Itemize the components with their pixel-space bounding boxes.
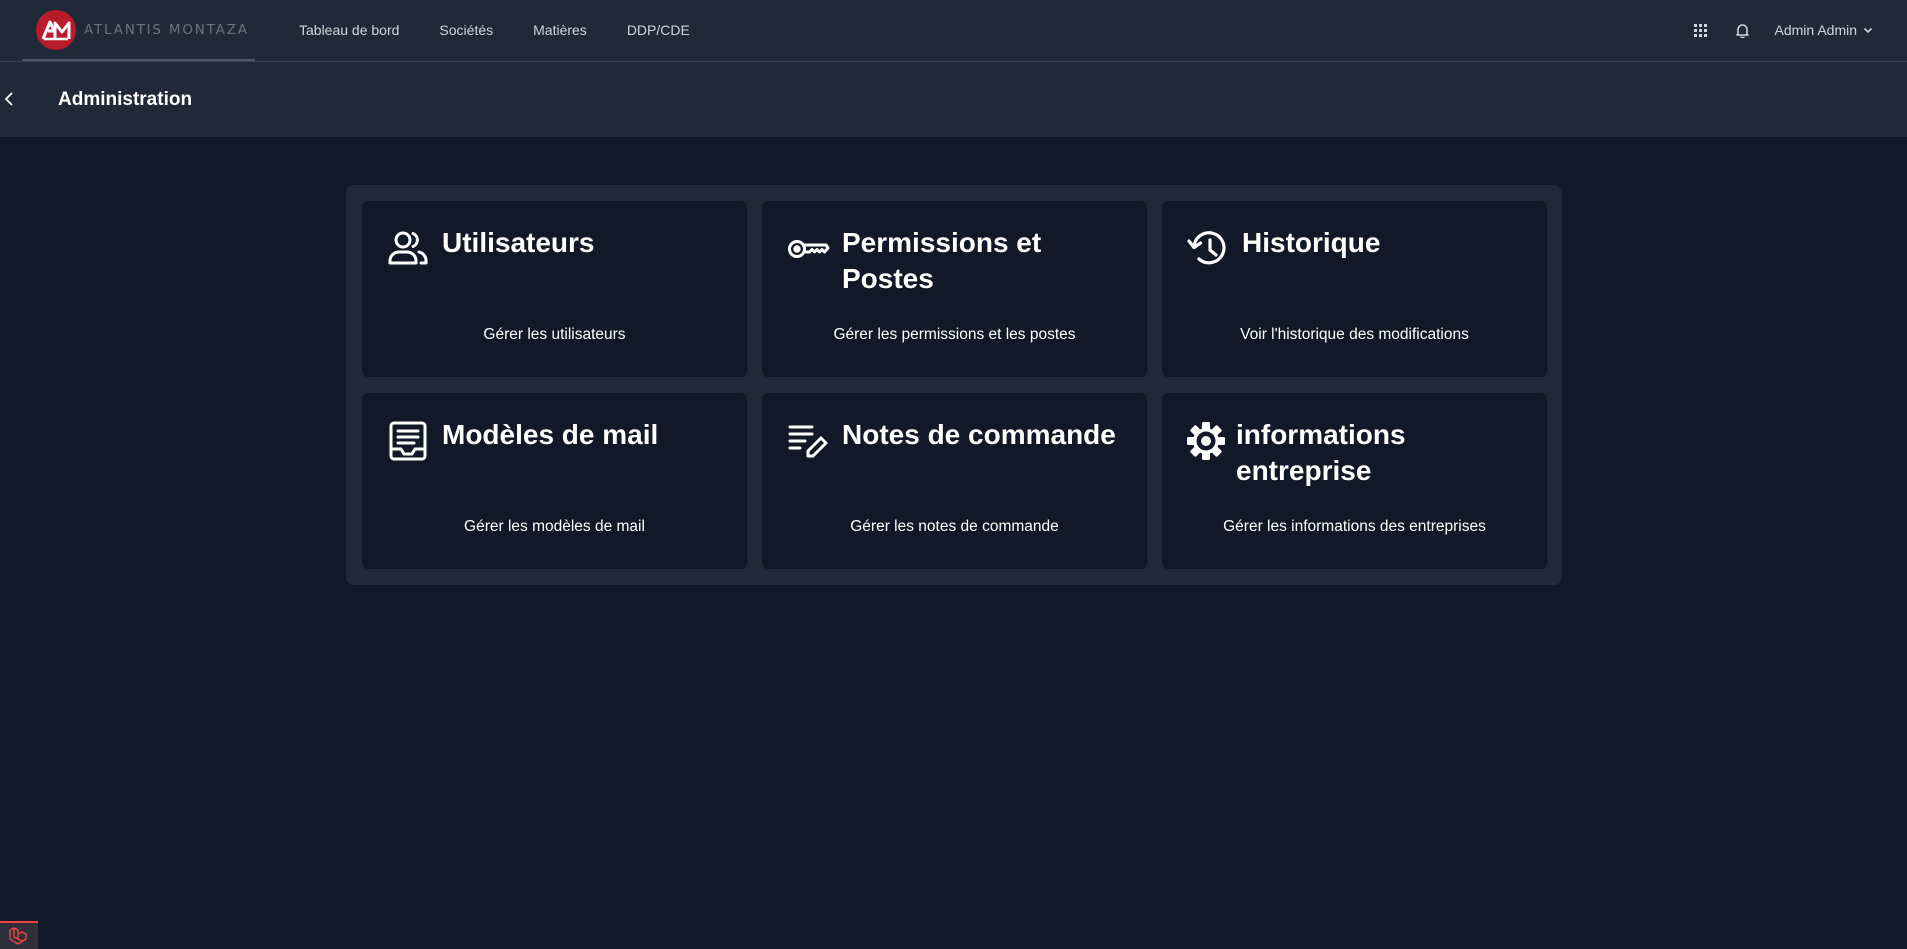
card-description: Gérer les informations des entreprises xyxy=(1223,518,1486,535)
notes-edit-icon xyxy=(786,419,830,463)
card-title: Utilisateurs xyxy=(442,227,595,258)
mail-template-icon xyxy=(386,419,430,463)
nav-item-matieres[interactable]: Matières xyxy=(533,22,587,38)
brand-logo-icon xyxy=(36,9,76,50)
card-title: informations entreprise xyxy=(1236,419,1406,486)
card-permissions-et-postes[interactable]: Permissions et Postes Gérer les permissi… xyxy=(762,201,1147,377)
laravel-logo-icon xyxy=(9,927,27,945)
nav-item-ddp-cde[interactable]: DDP/CDE xyxy=(627,22,690,38)
card-modeles-de-mail[interactable]: Modèles de mail Gérer les modèles de mai… xyxy=(362,393,747,569)
card-description: Gérer les utilisateurs xyxy=(483,326,626,343)
back-arrow-icon[interactable] xyxy=(2,90,18,108)
brand-name: ATLANTIS MONTAZA xyxy=(84,21,249,38)
top-right-actions: Admin Admin xyxy=(1691,20,1873,40)
apps-grid-icon[interactable] xyxy=(1691,20,1711,40)
card-notes-de-commande[interactable]: Notes de commande Gérer les notes de com… xyxy=(762,393,1147,569)
card-title: Permissions et Postes xyxy=(842,227,1042,294)
debugbar-toggle[interactable] xyxy=(0,921,38,949)
nav-item-societes[interactable]: Sociétés xyxy=(439,22,493,38)
card-title: Modèles de mail xyxy=(442,419,659,450)
key-icon xyxy=(786,227,830,271)
card-informations-entreprise[interactable]: informations entreprise Gérer les inform… xyxy=(1162,393,1547,569)
page-header: Administration xyxy=(0,62,1907,137)
brand[interactable]: ATLANTIS MONTAZA xyxy=(22,0,255,61)
chevron-down-icon xyxy=(1863,27,1873,33)
nav-item-tableau-de-bord[interactable]: Tableau de bord xyxy=(299,22,399,38)
user-name: Admin Admin xyxy=(1774,22,1857,38)
card-historique[interactable]: Historique Voir l'historique des modific… xyxy=(1162,201,1547,377)
bell-icon[interactable] xyxy=(1733,20,1753,40)
card-description: Gérer les permissions et les postes xyxy=(833,326,1076,343)
card-title: Historique xyxy=(1242,227,1381,258)
card-description: Gérer les modèles de mail xyxy=(464,518,645,535)
card-title: Notes de commande xyxy=(842,419,1116,450)
card-utilisateurs[interactable]: Utilisateurs Gérer les utilisateurs xyxy=(362,201,747,377)
users-icon xyxy=(386,227,430,271)
main-nav: Tableau de bord Sociétés Matières DDP/CD… xyxy=(299,22,690,38)
card-description: Gérer les notes de commande xyxy=(850,518,1059,535)
top-navbar: ATLANTIS MONTAZA Tableau de bord Société… xyxy=(0,0,1907,62)
gear-icon xyxy=(1186,419,1230,463)
user-menu[interactable]: Admin Admin xyxy=(1775,22,1873,38)
admin-panel: Utilisateurs Gérer les utilisateurs Perm… xyxy=(346,185,1562,585)
page-title: Administration xyxy=(58,89,193,110)
history-icon xyxy=(1186,227,1230,271)
card-description: Voir l'historique des modifications xyxy=(1240,326,1469,343)
